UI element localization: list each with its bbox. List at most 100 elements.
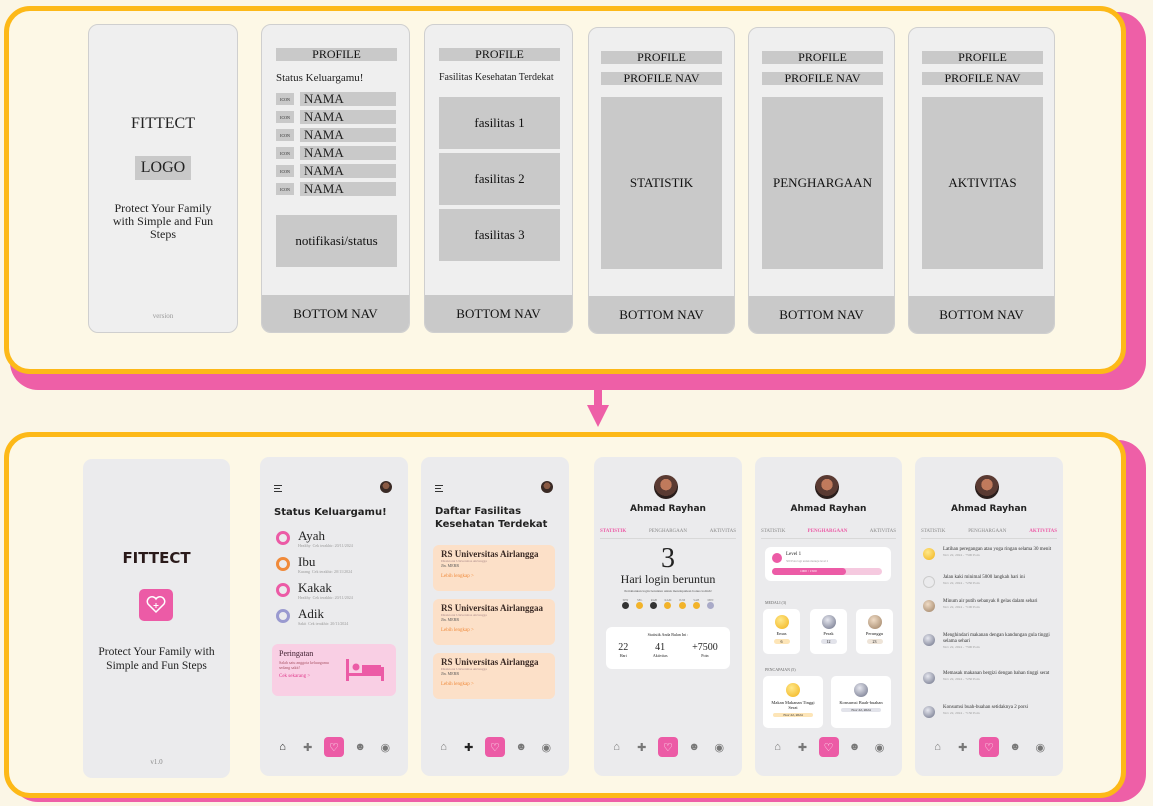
heart-logo bbox=[139, 589, 173, 621]
bell-icon[interactable]: ◉ bbox=[1031, 738, 1049, 756]
tab-penghargaan[interactable]: PENGHARGAAN bbox=[649, 529, 687, 534]
bottom-nav: ⌂ ✚ ♡ ☻ ◉ bbox=[755, 736, 902, 758]
plus-icon[interactable]: ✚ bbox=[794, 738, 812, 756]
tab-penghargaan[interactable]: PENGHARGAAN bbox=[808, 529, 848, 534]
plus-icon[interactable]: ✚ bbox=[954, 738, 972, 756]
wf-profile-nav-bar: PROFILE NAV bbox=[601, 72, 722, 85]
people-icon[interactable]: ☻ bbox=[685, 738, 703, 756]
day-dot bbox=[664, 602, 672, 609]
people-icon[interactable]: ☻ bbox=[1006, 738, 1024, 756]
menu-icon[interactable] bbox=[274, 485, 282, 494]
facility-card[interactable]: RS Universitas Airlanggaa Direktorat Univ… bbox=[433, 599, 555, 645]
tab-statistik[interactable]: STATISTIK bbox=[761, 529, 785, 534]
people-icon[interactable]: ☻ bbox=[351, 738, 369, 756]
streak-note: Pertahankan login beruntun untuk mendapa… bbox=[624, 589, 712, 593]
achievement-card[interactable]: Konsumsi Buah-buahan Nov 22, 2024 bbox=[831, 676, 891, 728]
activity-item[interactable]: Latihan peregangan atau yoga ringan sela… bbox=[923, 547, 1055, 560]
heart-icon[interactable]: ♡ bbox=[978, 737, 999, 757]
activity-item[interactable]: Menghindari makanan dengan kandungan gul… bbox=[923, 633, 1055, 649]
page-title: Status Keluargamu! bbox=[274, 507, 387, 518]
profile-tabs: STATISTIK PENGHARGAAN AKTIVITAS bbox=[600, 525, 736, 539]
heart-icon[interactable]: ♡ bbox=[818, 737, 839, 757]
level-icon bbox=[772, 553, 782, 563]
wireframe-facilities: PROFILE Fasilitas Kesehatan Terdekat fas… bbox=[424, 24, 573, 333]
tab-statistik[interactable]: STATISTIK bbox=[921, 529, 945, 534]
medals-title: MEDALI (3) bbox=[765, 600, 787, 605]
wf-profile-bar: PROFILE bbox=[276, 48, 397, 61]
wf-member-icon: ICON bbox=[276, 147, 294, 159]
avatar[interactable] bbox=[380, 481, 392, 493]
streak-label: Hari login beruntun bbox=[620, 572, 716, 586]
wf-tagline: Protect Your Family with Simple and Fun … bbox=[112, 201, 214, 241]
heart-icon[interactable]: ♡ bbox=[323, 737, 344, 757]
home-icon[interactable]: ⌂ bbox=[274, 738, 292, 756]
activity-item[interactable]: Konsumsi buah-buahan setidaknya 2 porsi N… bbox=[923, 705, 1055, 718]
completed-icon bbox=[923, 548, 935, 560]
heart-icon bbox=[146, 596, 166, 614]
facility-card[interactable]: RS Universitas Airlangga Direktorat Unive… bbox=[433, 653, 555, 699]
wf-member-icon: ICON bbox=[276, 93, 294, 105]
people-icon[interactable]: ☻ bbox=[512, 738, 530, 756]
wf-bottom-nav: BOTTOM NAV bbox=[749, 296, 894, 333]
wireframe-profile-statistik: PROFILE PROFILE NAV STATISTIK BOTTOM NAV bbox=[588, 27, 735, 334]
wf-facility-item: fasilitas 1 bbox=[439, 97, 560, 149]
bell-icon[interactable]: ◉ bbox=[376, 738, 394, 756]
bottom-nav: ⌂ ✚ ♡ ☻ ◉ bbox=[594, 736, 742, 758]
activity-item[interactable]: Memasak makanan bergizi dengan bahan tin… bbox=[923, 671, 1055, 684]
medal-card[interactable]: Perak 12 bbox=[810, 609, 847, 654]
home-icon[interactable]: ⌂ bbox=[435, 738, 453, 756]
wf-facility-heading: Fasilitas Kesehatan Terdekat bbox=[439, 72, 554, 83]
tab-aktivitas[interactable]: AKTIVITAS bbox=[870, 529, 896, 534]
home-icon[interactable]: ⌂ bbox=[608, 738, 626, 756]
tab-penghargaan[interactable]: PENGHARGAAN bbox=[968, 529, 1006, 534]
bell-icon[interactable]: ◉ bbox=[537, 738, 555, 756]
home-icon[interactable]: ⌂ bbox=[769, 738, 787, 756]
heart-icon[interactable]: ♡ bbox=[657, 737, 678, 757]
alert-card[interactable]: Peringatan Salah satu anggota keluargamu… bbox=[272, 644, 396, 696]
bell-icon[interactable]: ◉ bbox=[710, 738, 728, 756]
wireframe-status: PROFILE Status Keluargamu! ICON NAMA ICON… bbox=[261, 24, 410, 333]
design-facilities: Daftar Fasilitas Kesehatan Terdekat RS U… bbox=[421, 457, 569, 776]
family-member[interactable]: Adik Sakit Cek terakhir: 20/11/2024 bbox=[276, 607, 348, 626]
family-member[interactable]: Ayah Healthy Cek terakhir: 20/11/2024 bbox=[276, 529, 353, 548]
wf-bottom-nav: BOTTOM NAV bbox=[262, 295, 409, 332]
facility-card[interactable]: RS Universitas Airlangga Direktorat Unive… bbox=[433, 545, 555, 591]
achievements-title: PENCAPAIAN (5) bbox=[765, 667, 796, 672]
tagline: Protect Your Family with Simple and Fun … bbox=[98, 646, 215, 672]
wf-member-row: ICON NAMA bbox=[276, 128, 396, 142]
wf-member-row: ICON NAMA bbox=[276, 164, 396, 178]
day-dot bbox=[636, 602, 644, 609]
wf-member-icon: ICON bbox=[276, 183, 294, 195]
tab-aktivitas[interactable]: AKTIVITAS bbox=[710, 529, 736, 534]
week-days: SEN SEL RAB KAM JUM SAB MIN bbox=[622, 598, 714, 609]
wf-profile-bar: PROFILE bbox=[922, 51, 1043, 64]
plus-icon[interactable]: ✚ bbox=[460, 738, 478, 756]
bell-icon[interactable]: ◉ bbox=[871, 738, 889, 756]
status-face-icon bbox=[276, 609, 290, 623]
medal-card[interactable]: Emas 6 bbox=[763, 609, 800, 654]
tab-statistik[interactable]: STATISTIK bbox=[600, 529, 626, 534]
wireframe-profile-penghargaan: PROFILE PROFILE NAV PENGHARGAAN BOTTOM N… bbox=[748, 27, 895, 334]
achievement-card[interactable]: Makan Makanan Tinggi Serat Nov 22, 2024 bbox=[763, 676, 823, 728]
family-member[interactable]: Ibu Kurang Cek terakhir: 20/11/2024 bbox=[276, 555, 352, 574]
version-label: v1.0 bbox=[150, 758, 163, 766]
heart-icon[interactable]: ♡ bbox=[484, 737, 505, 757]
avatar[interactable] bbox=[541, 481, 553, 493]
wireframe-splash: FITTECT LOGO Protect Your Family with Si… bbox=[88, 24, 238, 333]
design-profile-penghargaan: Ahmad Rayhan STATISTIK PENGHARGAAN AKTIV… bbox=[755, 457, 902, 776]
silver-medal-icon bbox=[923, 634, 935, 646]
medal-card[interactable]: Perunggu 23 bbox=[856, 609, 893, 654]
wf-member-row: ICON NAMA bbox=[276, 182, 396, 196]
activity-item[interactable]: Minum air putih sebanyak 8 gelas dalam s… bbox=[923, 599, 1055, 612]
menu-icon[interactable] bbox=[435, 485, 443, 494]
day-dot bbox=[692, 602, 700, 609]
design-profile-statistik: Ahmad Rayhan STATISTIK PENGHARGAAN AKTIV… bbox=[594, 457, 742, 776]
plus-icon[interactable]: ✚ bbox=[299, 738, 317, 756]
family-member[interactable]: Kakak Healthy Cek terakhir: 20/11/2024 bbox=[276, 581, 353, 600]
people-icon[interactable]: ☻ bbox=[846, 738, 864, 756]
tab-aktivitas[interactable]: AKTIVITAS bbox=[1029, 529, 1057, 534]
plus-icon[interactable]: ✚ bbox=[633, 738, 651, 756]
home-icon[interactable]: ⌂ bbox=[929, 738, 947, 756]
activity-item[interactable]: Jalan kaki minimal 5000 langkah hari ini… bbox=[923, 575, 1055, 588]
profile-tabs: STATISTIK PENGHARGAAN AKTIVITAS bbox=[761, 525, 896, 539]
